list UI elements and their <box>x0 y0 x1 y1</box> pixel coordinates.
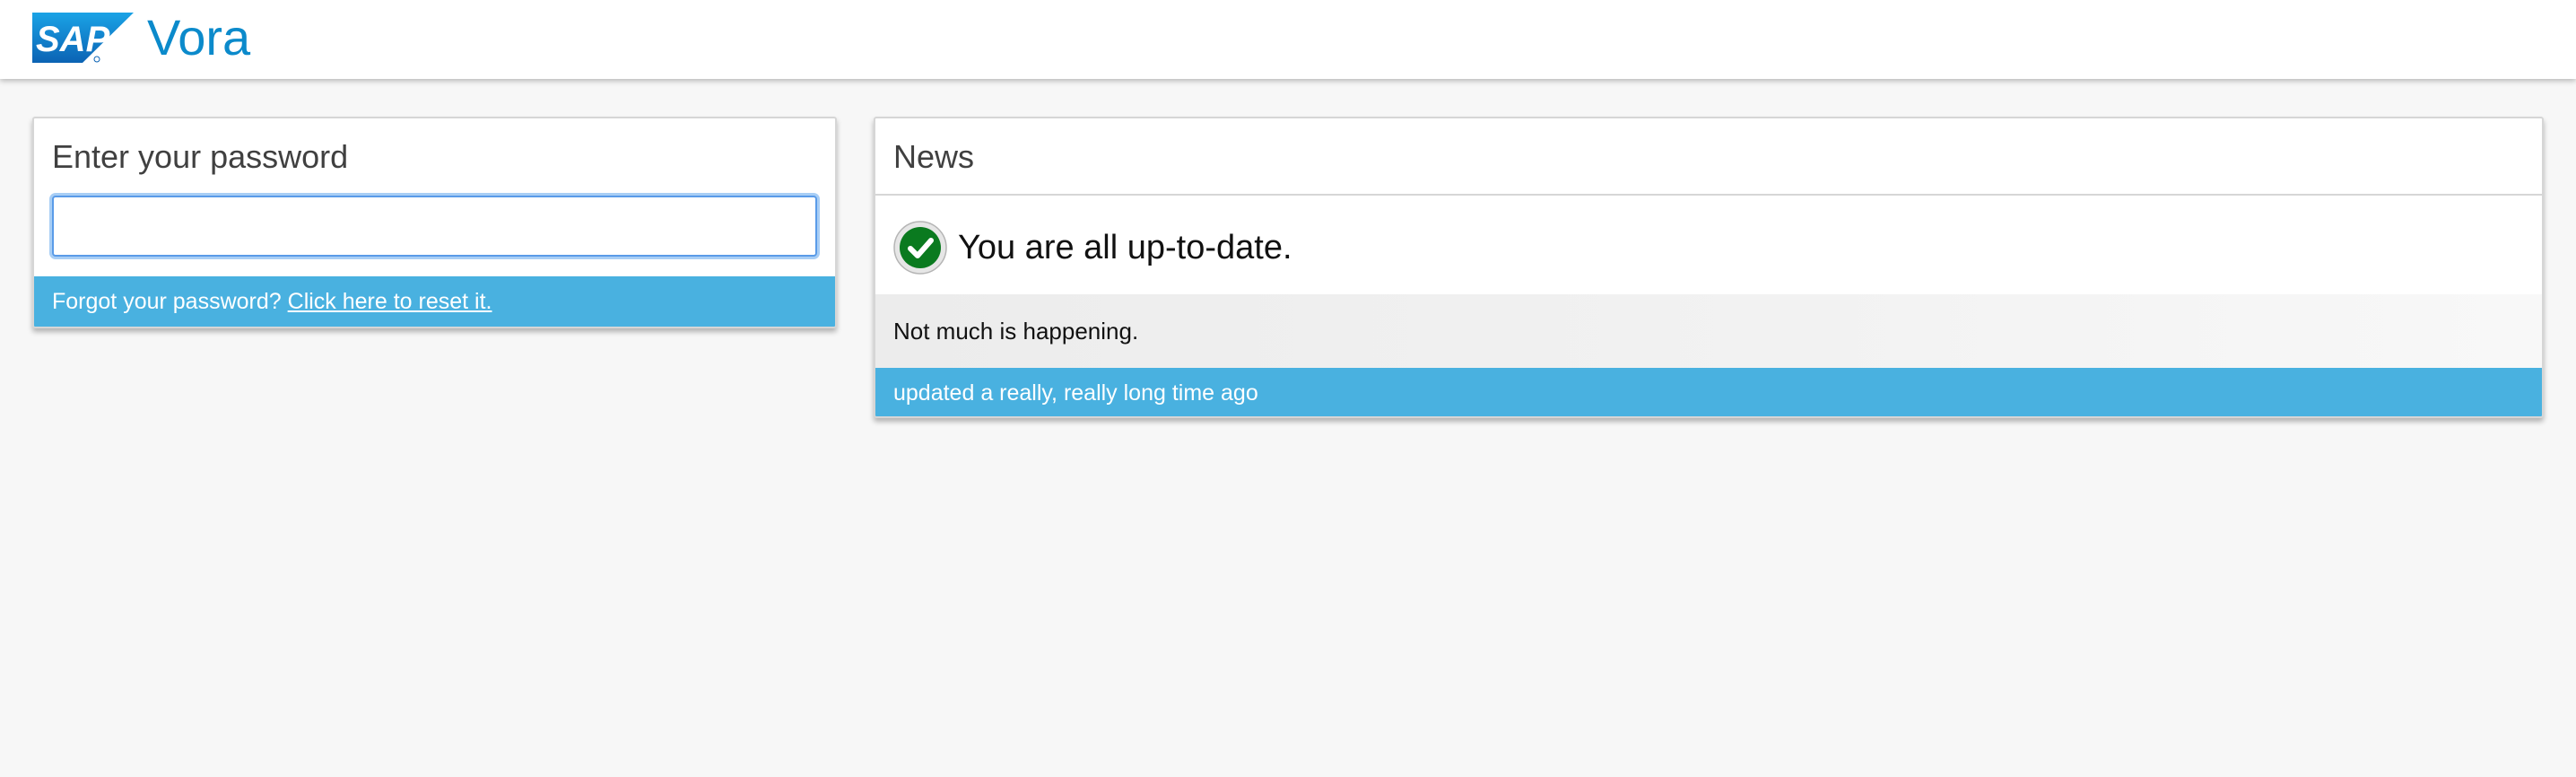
app-title: Vora <box>147 9 251 65</box>
news-panel: News You are all up-to-date. Not much is… <box>874 117 2544 418</box>
password-panel: Enter your password Forgot your password… <box>32 117 837 328</box>
app-header: SAP Vora <box>0 0 2576 79</box>
news-status-row: You are all up-to-date. <box>875 197 2542 294</box>
news-message-row: Not much is happening. <box>875 294 2542 368</box>
news-message-text: Not much is happening. <box>893 318 1139 345</box>
sap-logo-text: SAP <box>36 20 110 59</box>
password-panel-footer: Forgot your password? Click here to rese… <box>34 276 835 327</box>
sap-logo: SAP <box>32 13 134 63</box>
news-panel-title: News <box>875 118 2542 196</box>
password-input[interactable] <box>52 196 817 257</box>
news-status-text: You are all up-to-date. <box>958 229 1292 266</box>
check-circle-icon <box>893 221 947 275</box>
news-panel-footer: updated a really, really long time ago <box>875 368 2542 416</box>
reset-password-link[interactable]: Click here to reset it. <box>288 289 492 314</box>
password-panel-title: Enter your password <box>52 138 349 175</box>
forgot-password-text: Forgot your password? <box>52 289 282 314</box>
